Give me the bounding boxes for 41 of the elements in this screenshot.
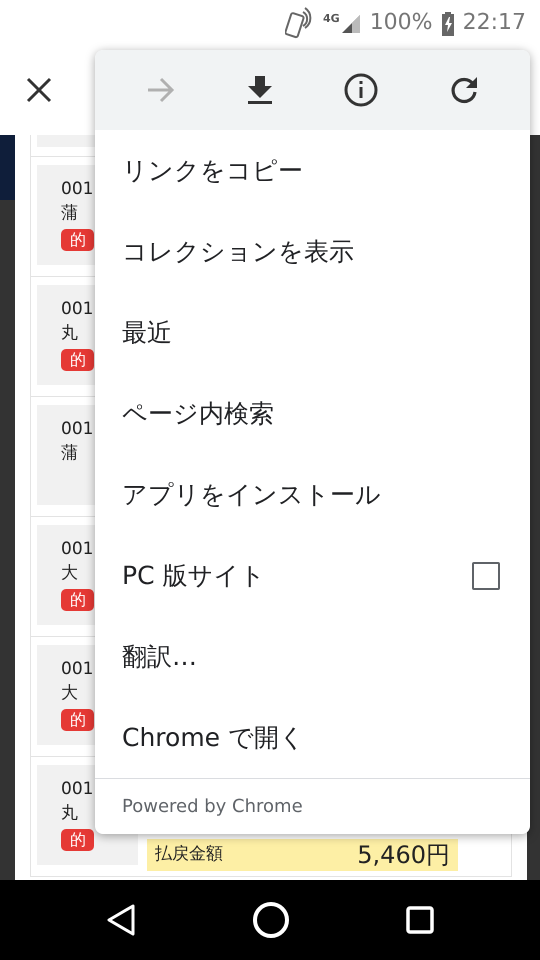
venue-name: 丸 bbox=[61, 322, 78, 345]
venue-name: 蒲 bbox=[61, 202, 78, 225]
home-icon[interactable] bbox=[252, 901, 290, 939]
battery-percentage: 100% bbox=[370, 9, 433, 37]
menu-item[interactable]: PC 版サイト bbox=[122, 556, 266, 594]
header-strip bbox=[0, 135, 15, 200]
payout-label: 払戻金額 bbox=[155, 843, 223, 866]
race-number: 001 bbox=[61, 418, 94, 441]
reload-icon[interactable] bbox=[448, 75, 479, 105]
hit-badge: 的 bbox=[61, 589, 94, 611]
hit-badge: 的 bbox=[61, 709, 94, 731]
race-number: 001 bbox=[61, 778, 94, 801]
back-icon[interactable] bbox=[106, 904, 136, 936]
menu-item[interactable]: 翻訳… bbox=[95, 616, 530, 697]
race-number: 001 bbox=[61, 538, 94, 561]
race-number: 001 bbox=[61, 658, 94, 681]
download-icon[interactable] bbox=[247, 75, 274, 105]
checkbox[interactable] bbox=[472, 562, 500, 590]
payout-amount: 5,460円 bbox=[357, 840, 450, 871]
hit-badge: 的 bbox=[61, 829, 94, 851]
menu-item[interactable]: コレクションを表示 bbox=[95, 211, 530, 292]
menu-item[interactable]: Chrome で開く bbox=[95, 697, 530, 778]
race-number: 001 bbox=[61, 178, 94, 201]
hit-badge: 的 bbox=[61, 349, 94, 371]
menu-item[interactable]: 最近 bbox=[95, 292, 530, 373]
close-icon[interactable] bbox=[26, 77, 52, 103]
recents-icon[interactable] bbox=[406, 906, 434, 934]
race-number: 001 bbox=[61, 298, 94, 321]
venue-name: 大 bbox=[61, 562, 78, 585]
menu-item[interactable]: ページ内検索 bbox=[95, 373, 530, 454]
menu-item[interactable]: リンクをコピー bbox=[95, 130, 530, 211]
venue-name: 蒲 bbox=[61, 442, 78, 465]
network-label: 4G bbox=[323, 10, 340, 26]
info-icon[interactable] bbox=[344, 73, 378, 107]
venue-name: 大 bbox=[61, 682, 78, 705]
venue-name: 丸 bbox=[61, 802, 78, 825]
hit-badge: 的 bbox=[61, 229, 94, 251]
battery-charging-icon bbox=[440, 10, 455, 36]
clock: 22:17 bbox=[462, 9, 526, 37]
menu-item[interactable]: アプリをインストール bbox=[95, 454, 530, 535]
powered-by-text: Powered by Chrome bbox=[122, 795, 303, 819]
